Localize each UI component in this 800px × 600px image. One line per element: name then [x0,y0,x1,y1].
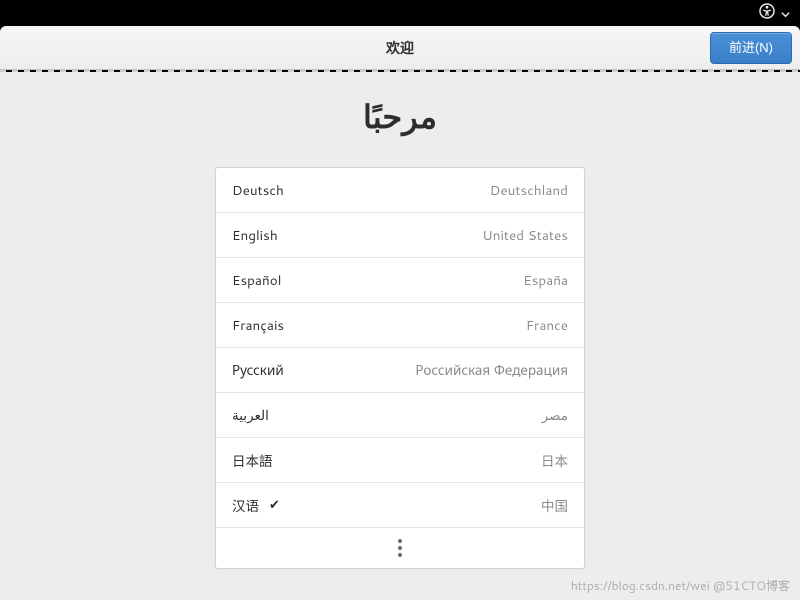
language-name-wrap: Deutsch [232,181,284,200]
language-region: France [526,316,568,335]
language-row[interactable]: Français France [216,303,584,348]
page-title: 欢迎 [386,38,414,58]
accessibility-icon[interactable] [759,2,775,25]
chevron-down-icon[interactable] [781,2,790,25]
language-region: United States [482,226,568,245]
language-name-wrap: 汉语 ✔ [232,495,280,516]
welcome-heading: مرحبًا [363,94,437,139]
language-name: العربية [232,406,269,425]
system-topbar [0,0,800,26]
language-name-wrap: Русский [232,361,284,380]
language-row[interactable]: العربية مصر [216,393,584,438]
language-name: Español [232,271,281,290]
checkmark-icon: ✔ [269,496,280,514]
language-row[interactable]: 日本語 日本 [216,438,584,483]
headerbar: 欢迎 前进(N) [0,26,800,70]
language-row[interactable]: Español España [216,258,584,303]
language-region: 日本 [541,450,568,471]
content-area: مرحبًا Deutsch Deutschland English United S… [0,72,800,600]
language-region: Российская Федерация [415,361,568,380]
language-row[interactable]: Deutsch Deutschland [216,168,584,213]
language-name-wrap: 日本語 [232,450,273,471]
language-row[interactable]: 汉语 ✔ 中国 [216,483,584,528]
more-languages-button[interactable] [216,528,584,568]
language-name-wrap: English [232,226,278,245]
language-name: Français [232,316,284,335]
language-region: Deutschland [490,181,568,200]
language-name-wrap: Français [232,316,284,335]
language-region: 中国 [541,495,568,516]
language-name-wrap: العربية [232,406,269,425]
language-name: English [232,226,278,245]
language-row[interactable]: English United States [216,213,584,258]
language-row[interactable]: Русский Российская Федерация [216,348,584,393]
system-tray[interactable] [759,2,790,25]
language-name: Русский [232,361,284,380]
language-name: 日本語 [232,450,273,471]
next-button[interactable]: 前进(N) [710,32,792,64]
language-name-wrap: Español [232,271,281,290]
language-name: Deutsch [232,181,284,200]
more-icon [398,546,402,550]
language-name: 汉语 [232,495,259,516]
language-region: España [523,271,568,290]
language-region: مصر [542,406,568,425]
language-list: Deutsch Deutschland English United States Es… [215,167,585,569]
